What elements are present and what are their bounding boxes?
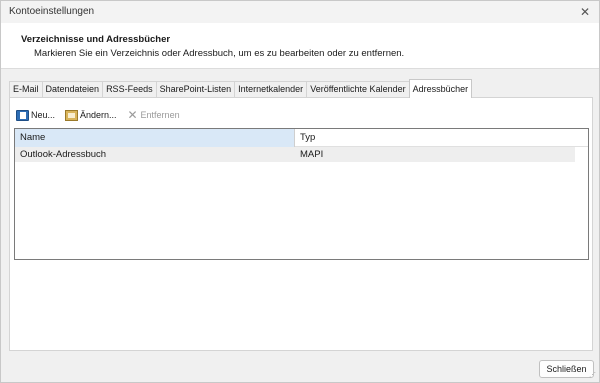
title-bar: Kontoeinstellungen ✕ [1,1,599,23]
remove-x-icon: ✕ [127,108,138,122]
toolbar: Neu... Ändern... ✕ Entfernen [16,108,190,122]
window-title: Kontoeinstellungen [9,6,95,17]
new-button-label: Neu... [31,110,56,120]
column-header-typ[interactable]: Typ [295,129,588,147]
tab-email[interactable]: E-Mail [9,81,43,98]
address-book-list[interactable]: Name Typ Outlook-Adressbuch MAPI [14,128,589,260]
edit-card-icon [65,109,79,121]
tab-adressbuecher[interactable]: Adressbücher [408,79,473,98]
remove-button[interactable]: ✕ Entfernen [127,109,180,121]
tab-panel-adressbuecher: Neu... Ändern... ✕ Entfernen Name Typ Ou… [9,97,593,351]
table-header: Name Typ [15,129,588,147]
cell-name: Outlook-Adressbuch [20,149,107,160]
tab-rss-feeds[interactable]: RSS-Feeds [102,81,157,98]
change-button-label: Ändern... [80,110,117,120]
remove-button-label: Entfernen [140,110,180,120]
tab-datendateien[interactable]: Datendateien [41,81,104,98]
new-button[interactable]: Neu... [16,109,56,121]
close-button[interactable]: Schließen [539,360,594,378]
header-subtitle: Markieren Sie ein Verzeichnis oder Adres… [34,48,405,59]
column-header-name[interactable]: Name [15,129,295,147]
tab-strip: E-Mail Datendateien RSS-Feeds SharePoint… [9,79,473,98]
change-button[interactable]: Ändern... [65,109,117,121]
tab-veroeffentlichte-kalender[interactable]: Veröffentlichte Kalender [306,81,410,98]
tab-internetkalender[interactable]: Internetkalender [234,81,308,98]
tab-sharepoint-listen[interactable]: SharePoint-Listen [155,81,236,98]
dialog-header: Verzeichnisse und Adressbücher Markieren… [1,23,599,69]
table-row[interactable]: Outlook-Adressbuch MAPI [15,147,575,162]
address-book-icon [16,109,29,121]
cell-type: MAPI [300,149,324,160]
header-title: Verzeichnisse und Adressbücher [21,34,171,45]
account-settings-dialog: Kontoeinstellungen ✕ Verzeichnisse und A… [0,0,600,383]
close-icon[interactable]: ✕ [575,3,595,21]
resize-grip-icon[interactable]: ⋰ [589,372,597,380]
